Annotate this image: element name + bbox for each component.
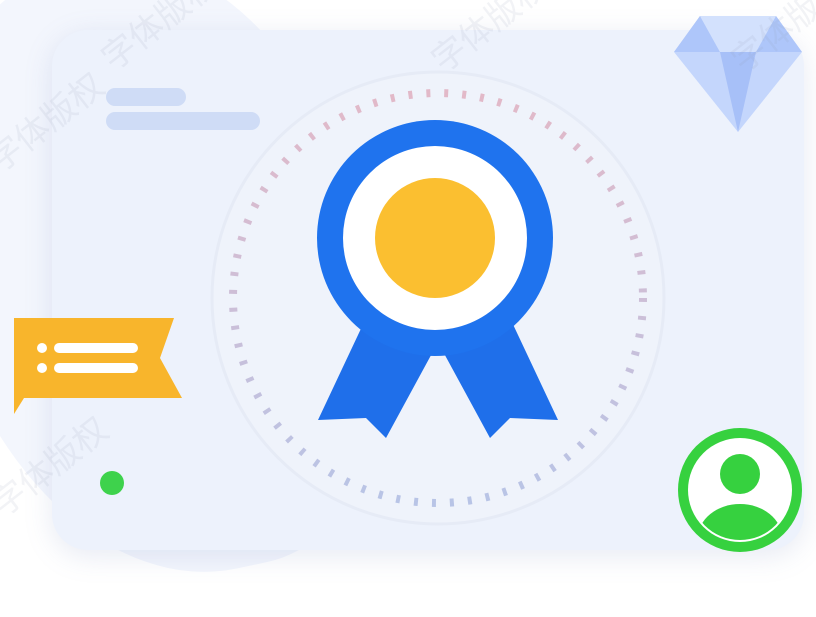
award-seal [210,70,666,526]
medal-center [375,178,495,298]
list-flag-icon [14,318,182,414]
title-line-short [106,88,186,106]
status-dot [100,471,124,495]
user-avatar-icon [678,428,802,552]
